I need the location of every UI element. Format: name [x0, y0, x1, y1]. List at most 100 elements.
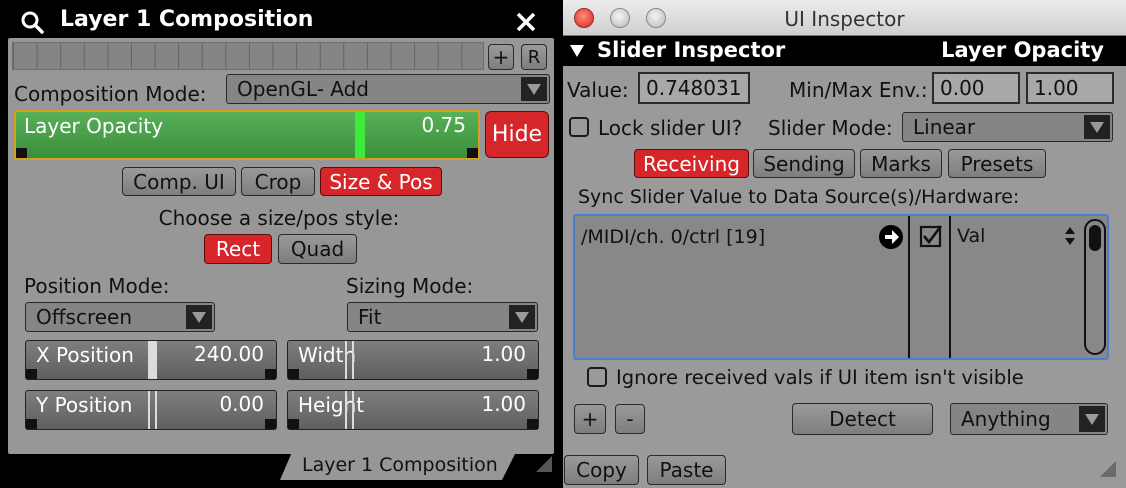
slider-corner-left: [16, 148, 27, 158]
style-prompt: Choose a size/pos style:: [158, 206, 400, 230]
checkbox-checked-icon[interactable]: [919, 225, 943, 249]
paste-button[interactable]: Paste: [647, 455, 726, 485]
search-icon[interactable]: [20, 10, 46, 36]
scrollbar-thumb[interactable]: [1089, 225, 1101, 251]
tab-sending[interactable]: Sending: [753, 149, 855, 178]
slider-handle[interactable]: [345, 391, 354, 429]
slider-corner-right: [527, 419, 538, 429]
composition-mode-label: Composition Mode:: [14, 82, 207, 106]
up-down-stepper-icon[interactable]: [1064, 225, 1076, 247]
slider-label: Layer Opacity: [24, 114, 164, 138]
position-mode-label: Position Mode:: [24, 274, 170, 298]
slider-value: 0.00: [219, 392, 264, 416]
tab-size-pos[interactable]: Size & Pos: [320, 167, 442, 196]
slider-corner-left: [288, 419, 299, 429]
close-icon[interactable]: [514, 10, 538, 34]
slider-label: X Position: [36, 343, 134, 367]
slider-mode-label: Slider Mode:: [768, 116, 893, 140]
ui-inspector-window: UI Inspector Slider Inspector Layer Opac…: [563, 0, 1126, 488]
source-address: /MIDI/ch. 0/ctrl [19]: [581, 226, 766, 248]
remove-source-button[interactable]: -: [615, 404, 645, 434]
tab-marks[interactable]: Marks: [860, 149, 942, 178]
height-slider[interactable]: Height 1.00: [287, 390, 539, 430]
value-field[interactable]: 0.748031: [638, 72, 750, 104]
list-scrollbar[interactable]: [1084, 219, 1106, 355]
slider-value: 0.75: [421, 113, 466, 137]
list-item[interactable]: /MIDI/ch. 0/ctrl [19] Val: [575, 216, 1107, 358]
slider-corner-left: [26, 419, 37, 429]
column-divider: [908, 216, 910, 358]
lock-slider-checkbox[interactable]: [569, 117, 589, 137]
slider-corner-right: [527, 369, 538, 379]
position-mode-dropdown[interactable]: Offscreen: [25, 302, 215, 332]
reset-button[interactable]: R: [521, 44, 547, 70]
slider-mode-dropdown[interactable]: Linear: [902, 112, 1113, 142]
lock-slider-label: Lock slider UI?: [598, 116, 743, 140]
add-source-button[interactable]: +: [574, 404, 606, 434]
x-position-slider[interactable]: X Position 240.00: [25, 340, 277, 380]
sizing-mode-dropdown[interactable]: Fit: [347, 302, 538, 332]
ignore-received-checkbox[interactable]: [587, 367, 607, 387]
quad-style-button[interactable]: Quad: [278, 234, 357, 264]
inspector-title: Slider Inspector: [597, 38, 786, 62]
arrow-right-circle-icon[interactable]: [878, 224, 904, 250]
resize-grip-icon[interactable]: [1100, 461, 1116, 477]
data-source-list[interactable]: /MIDI/ch. 0/ctrl [19] Val: [573, 214, 1109, 360]
slider-corner-right: [265, 419, 276, 429]
tab-presets[interactable]: Presets: [948, 149, 1046, 178]
detect-type-value: Anything: [961, 407, 1051, 431]
source-mode[interactable]: Val: [957, 225, 985, 247]
layer-opacity-slider[interactable]: Layer Opacity 0.75: [14, 110, 480, 160]
slider-value: 1.00: [481, 342, 526, 366]
resize-grip-icon[interactable]: [536, 456, 552, 472]
sizing-mode-value: Fit: [358, 305, 382, 329]
max-field[interactable]: 1.00: [1026, 72, 1114, 104]
slider-mode-value: Linear: [913, 115, 976, 139]
value-label: Value:: [567, 78, 629, 102]
tab-receiving[interactable]: Receiving: [634, 149, 749, 178]
slider-label: Y Position: [36, 393, 133, 417]
detect-type-dropdown[interactable]: Anything: [950, 403, 1108, 435]
window-title: UI Inspector: [784, 7, 905, 31]
panel-title: Layer 1 Composition: [60, 7, 314, 32]
copy-button[interactable]: Copy: [564, 455, 639, 485]
slider-value: 240.00: [194, 342, 264, 366]
slider-corner-left: [288, 369, 299, 379]
y-position-slider[interactable]: Y Position 0.00: [25, 390, 277, 430]
ignore-received-label: Ignore received vals if UI item isn't vi…: [616, 366, 1024, 389]
chevron-down-icon: [1079, 406, 1105, 432]
panel-titlebar: Layer 1 Composition: [0, 0, 558, 42]
footer-tab-label: Layer 1 Composition: [302, 454, 498, 476]
sizing-mode-label: Sizing Mode:: [346, 274, 474, 298]
inspected-item-name: Layer Opacity: [941, 38, 1104, 62]
chevron-down-icon: [1084, 115, 1110, 139]
sync-label: Sync Slider Value to Data Source(s)/Hard…: [578, 186, 1020, 208]
min-field[interactable]: 0.00: [932, 72, 1020, 104]
composition-mode-dropdown[interactable]: OpenGL- Add: [226, 74, 550, 104]
add-layer-button[interactable]: +: [488, 44, 514, 70]
position-mode-value: Offscreen: [36, 305, 133, 329]
slider-corner-right: [467, 148, 478, 158]
inspector-header: Slider Inspector Layer Opacity: [563, 36, 1126, 66]
slider-handle[interactable]: [345, 341, 354, 379]
slider-corner-right: [265, 369, 276, 379]
tab-crop[interactable]: Crop: [241, 167, 315, 196]
disclosure-triangle-icon[interactable]: [569, 44, 585, 58]
slider-handle[interactable]: [148, 391, 157, 429]
chevron-down-icon: [521, 77, 547, 101]
slider-corner-left: [26, 369, 37, 379]
slider-label: Height: [298, 393, 365, 417]
detect-button[interactable]: Detect: [792, 403, 933, 435]
window-titlebar: UI Inspector: [563, 0, 1126, 36]
slider-handle[interactable]: [148, 341, 157, 379]
hide-button[interactable]: Hide: [485, 111, 549, 158]
rect-style-button[interactable]: Rect: [204, 234, 272, 264]
width-slider[interactable]: Width 1.00: [287, 340, 539, 380]
chevron-down-icon: [509, 305, 535, 329]
tab-comp-ui[interactable]: Comp. UI: [122, 167, 236, 196]
layer-strip: [12, 42, 484, 70]
column-divider: [949, 216, 951, 358]
slider-value: 1.00: [481, 392, 526, 416]
composition-panel: Layer 1 Composition + R Composition Mode…: [0, 0, 558, 488]
slider-handle[interactable]: [355, 112, 365, 158]
